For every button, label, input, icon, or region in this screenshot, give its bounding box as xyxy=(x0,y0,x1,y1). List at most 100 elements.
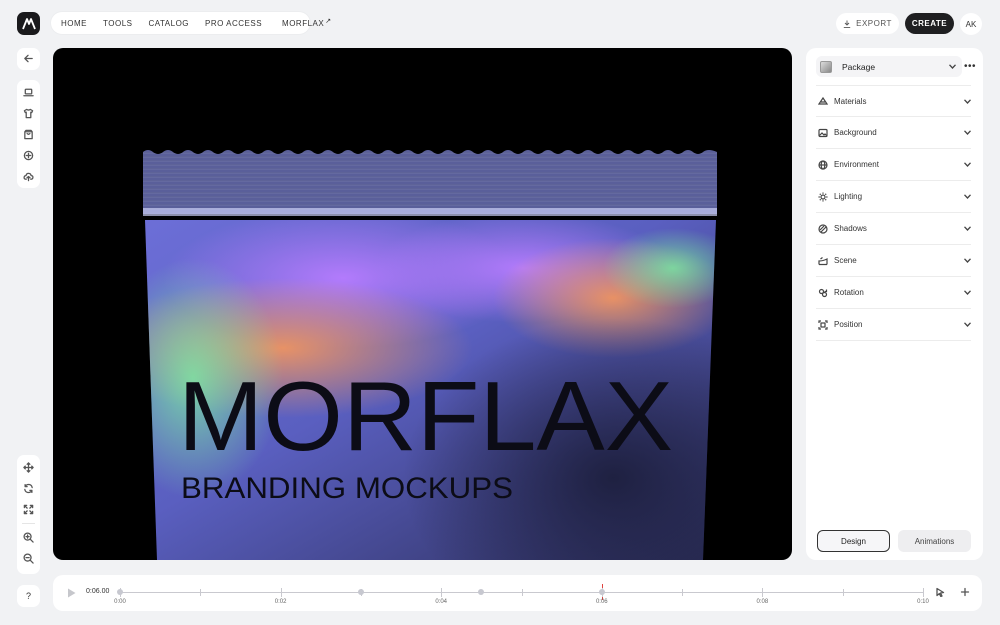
arrow-left-icon xyxy=(24,54,33,63)
zoom-in-button[interactable] xyxy=(17,527,40,548)
chevron-down-icon xyxy=(963,161,971,169)
product-title: MORFLAX xyxy=(178,361,673,471)
section-scene[interactable]: Scene xyxy=(816,245,971,277)
apparel-tool[interactable] xyxy=(17,103,40,124)
zoom-out-button[interactable] xyxy=(17,548,40,569)
user-avatar[interactable]: AK xyxy=(960,13,982,35)
morflax-logo-icon xyxy=(21,17,36,29)
fit-screen-icon xyxy=(23,504,34,515)
section-shadows[interactable]: Shadows xyxy=(816,213,971,245)
timeline: 0:06.00 0:00 0:02 0:04 0:06 0:08 0:10 xyxy=(53,575,982,611)
back-button[interactable] xyxy=(17,48,40,69)
timeline-time-label: 0:06 xyxy=(595,599,608,605)
rotate-icon xyxy=(24,483,33,494)
nav-home[interactable]: HOME xyxy=(61,19,87,28)
keyframe-marker[interactable] xyxy=(598,589,605,595)
section-label: Environment xyxy=(834,160,879,169)
chevron-down-icon xyxy=(963,129,971,137)
fit-screen-tool[interactable] xyxy=(17,499,40,520)
section-position[interactable]: Position xyxy=(816,309,971,341)
timeline-track[interactable] xyxy=(117,584,924,600)
timeline-tick xyxy=(682,589,684,596)
timeline-tick xyxy=(200,589,202,596)
section-background[interactable]: Background xyxy=(816,117,971,149)
current-time: 0:06.00 xyxy=(86,588,110,595)
nav-pro-access[interactable]: PRO ACCESS xyxy=(205,19,262,28)
scene-icon xyxy=(816,254,830,268)
chevron-down-icon xyxy=(963,193,971,201)
laptop-icon xyxy=(23,88,34,97)
sticker-icon xyxy=(23,150,34,161)
tshirt-icon xyxy=(23,108,34,119)
timeline-tick xyxy=(521,589,523,596)
viewport-canvas[interactable]: MORFLAX BRANDING MOCKUPS xyxy=(53,48,792,560)
more-options-button[interactable]: ••• xyxy=(962,58,978,74)
shadow-icon xyxy=(816,222,830,236)
section-label: Background xyxy=(834,128,877,137)
timeline-time-label: 0:04 xyxy=(435,599,448,605)
section-environment[interactable]: Environment xyxy=(816,149,971,181)
move-tool[interactable] xyxy=(17,457,40,478)
timeline-tick xyxy=(280,588,282,597)
chevron-down-icon xyxy=(963,97,971,105)
tab-animations[interactable]: Animations xyxy=(898,530,971,552)
cursor-hand-icon xyxy=(936,587,945,597)
section-lighting[interactable]: Lighting xyxy=(816,181,971,213)
section-label: Position xyxy=(834,320,863,329)
keyframe-marker[interactable] xyxy=(357,589,364,595)
morflax-logo[interactable] xyxy=(17,12,40,35)
section-label: Rotation xyxy=(834,288,864,297)
play-icon xyxy=(67,588,75,598)
section-label: Lighting xyxy=(834,192,863,201)
model-thumbnail xyxy=(820,60,832,73)
product-subtitle: BRANDING MOCKUPS xyxy=(181,472,513,505)
position-icon xyxy=(816,318,830,332)
materials-icon xyxy=(816,94,830,108)
panel-sections: Materials Background Environment Lightin… xyxy=(816,85,971,341)
external-arrow-icon: ↗ xyxy=(325,17,332,25)
model-selector[interactable]: Package xyxy=(816,56,962,77)
chevron-down-icon xyxy=(963,257,971,265)
timeline-time-label: 0:08 xyxy=(756,599,769,605)
rotate-tool[interactable] xyxy=(17,478,40,499)
timeline-time-label: 0:10 xyxy=(917,599,929,605)
nav-catalog[interactable]: CATALOG xyxy=(148,19,189,28)
plus-icon xyxy=(960,587,970,597)
sun-icon xyxy=(816,190,830,204)
pointer-tool-button[interactable] xyxy=(933,585,947,599)
chevron-down-icon xyxy=(963,289,971,297)
tab-design[interactable]: Design xyxy=(817,530,890,552)
play-button[interactable] xyxy=(65,587,77,599)
export-label: EXPORT xyxy=(856,19,892,28)
download-icon xyxy=(843,20,851,28)
move-icon xyxy=(23,462,34,473)
view-toolbar xyxy=(17,455,40,574)
section-label: Materials xyxy=(834,96,867,106)
upload-tool[interactable] xyxy=(17,166,40,187)
export-button[interactable]: EXPORT xyxy=(836,13,899,34)
back-box xyxy=(17,48,40,70)
keyframe-marker[interactable] xyxy=(478,589,485,595)
properties-panel: Package ••• Materials Background Environ… xyxy=(806,48,983,560)
toolbar-divider xyxy=(22,523,35,524)
section-rotation[interactable]: Rotation xyxy=(816,277,971,309)
top-navigation: HOME TOOLS CATALOG PRO ACCESS MORFLAX ↗ xyxy=(51,12,331,34)
zoom-in-icon xyxy=(23,532,34,543)
package-tool[interactable] xyxy=(17,124,40,145)
nav-tools[interactable]: TOOLS xyxy=(103,19,132,28)
package-mockup: MORFLAX BRANDING MOCKUPS xyxy=(143,150,717,560)
keyframe-marker[interactable] xyxy=(117,589,123,595)
add-keyframe-button[interactable] xyxy=(958,585,972,599)
laptop-tool[interactable] xyxy=(17,82,40,103)
nav-morflax-external[interactable]: MORFLAX ↗ xyxy=(282,17,332,28)
timeline-tick xyxy=(762,588,764,597)
create-button[interactable]: CREATE xyxy=(905,13,954,34)
sticker-tool[interactable] xyxy=(17,145,40,166)
section-label: Scene xyxy=(834,256,857,265)
package-box-icon xyxy=(24,129,33,140)
timeline-time-label: 0:02 xyxy=(274,599,287,605)
model-toolbar xyxy=(17,80,40,188)
timeline-tick xyxy=(842,589,844,596)
section-materials[interactable]: Materials xyxy=(816,85,971,117)
help-button[interactable]: ? xyxy=(17,585,40,607)
